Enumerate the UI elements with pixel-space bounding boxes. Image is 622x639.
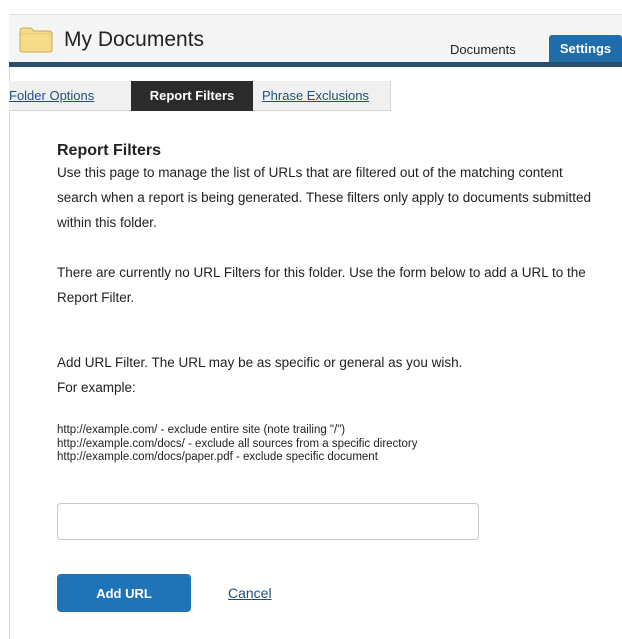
no-filters-paragraph: There are currently no URL Filters for t… bbox=[57, 265, 586, 305]
subtab-report-filters[interactable]: Report Filters bbox=[131, 81, 253, 111]
add-filter-line: Add URL Filter. The URL may be as specif… bbox=[57, 355, 463, 370]
tab-documents[interactable]: Documents bbox=[450, 42, 516, 57]
page-left-border bbox=[9, 62, 10, 639]
for-example-line: For example: bbox=[57, 380, 136, 395]
example-item: http://example.com/docs/ - exclude all s… bbox=[57, 437, 418, 450]
example-list: http://example.com/ - exclude entire sit… bbox=[57, 424, 417, 465]
header-divider-bar bbox=[9, 62, 622, 67]
subtab-phrase-exclusions[interactable]: Phrase Exclusions bbox=[254, 81, 391, 111]
url-filter-input[interactable] bbox=[57, 503, 479, 540]
page-title: My Documents bbox=[64, 28, 205, 51]
subtab-folder-options[interactable]: Folder Options bbox=[9, 81, 131, 111]
app-header: My Documents Documents Settings bbox=[9, 14, 622, 63]
add-filter-instructions: Add URL Filter. The URL may be as specif… bbox=[57, 350, 597, 400]
subtab-bar: Folder Options Report Filters Phrase Exc… bbox=[9, 81, 391, 111]
section-title: Report Filters bbox=[57, 142, 162, 159]
add-url-button[interactable]: Add URL bbox=[57, 574, 191, 612]
tab-settings[interactable]: Settings bbox=[549, 35, 622, 63]
cancel-link[interactable]: Cancel bbox=[228, 585, 272, 601]
example-item: http://example.com/docs/paper.pdf - excl… bbox=[57, 451, 378, 463]
intro-paragraph: Use this page to manage the list of URLs… bbox=[57, 165, 592, 230]
example-item: http://example.com/ - exclude entire sit… bbox=[57, 424, 346, 436]
